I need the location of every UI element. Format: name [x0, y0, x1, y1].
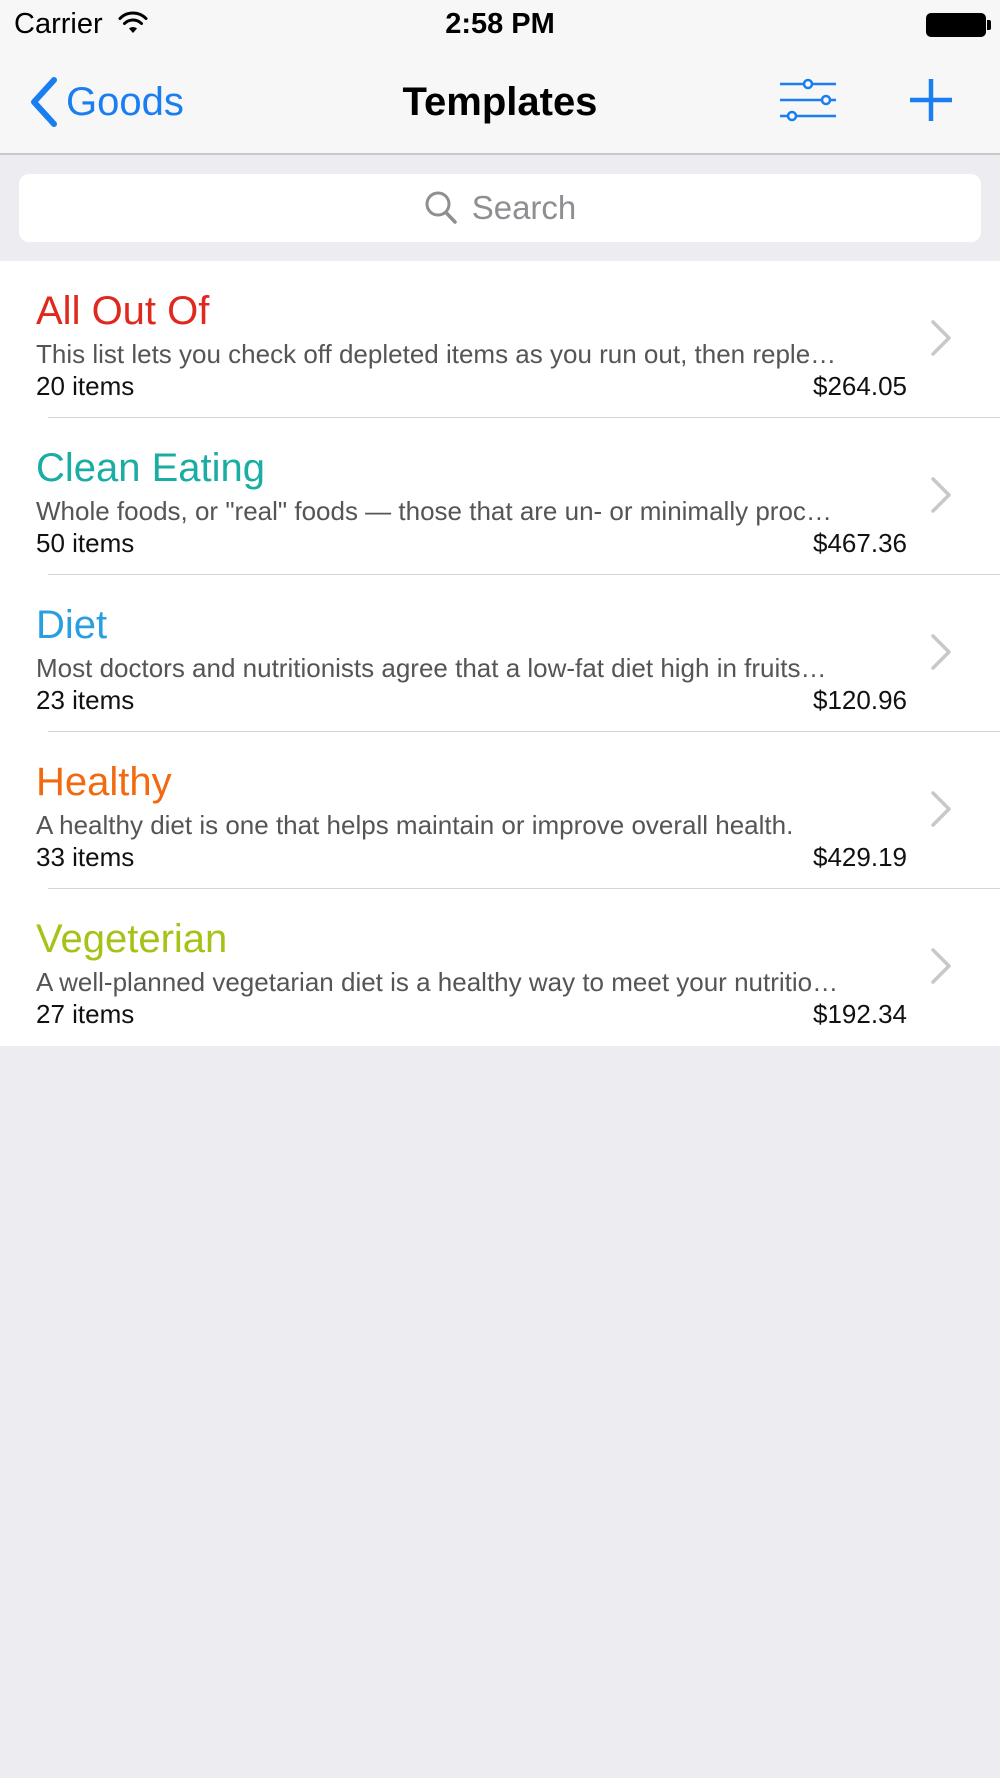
templates-list: All Out Of This list lets you check off … [0, 261, 1000, 1046]
template-row-clean-eating[interactable]: Clean Eating Whole foods, or "real" food… [0, 418, 1000, 575]
back-button-label: Goods [66, 79, 184, 124]
template-total-price: $120.96 [813, 685, 907, 715]
template-title: Diet [36, 603, 108, 647]
template-row-healthy[interactable]: Healthy A healthy diet is one that helps… [0, 732, 1000, 889]
template-row-all-out-of[interactable]: All Out Of This list lets you check off … [0, 261, 1000, 418]
template-item-count: 33 items [36, 842, 135, 872]
template-item-count: 23 items [36, 685, 135, 715]
template-description: Whole foods, or "real" foods — those tha… [36, 496, 832, 526]
template-row-diet[interactable]: Diet Most doctors and nutritionists agre… [0, 575, 1000, 732]
template-description: This list lets you check off depleted it… [36, 339, 837, 369]
template-description: A healthy diet is one that helps maintai… [36, 810, 794, 840]
search-input[interactable]: Search [19, 174, 981, 242]
chevron-right-icon [931, 477, 951, 513]
status-time: 2:58 PM [445, 8, 555, 40]
search-icon [425, 191, 457, 224]
template-item-count: 50 items [36, 528, 135, 558]
template-total-price: $264.05 [813, 371, 907, 401]
navigation-bar: Goods Templates [0, 50, 1000, 155]
chevron-right-icon [931, 320, 951, 356]
template-item-count: 27 items [36, 999, 135, 1029]
status-bar: Carrier 2:58 PM [0, 0, 1000, 50]
filter-sliders-icon[interactable] [778, 75, 838, 125]
template-title: All Out Of [36, 289, 210, 333]
template-row-vegeterian[interactable]: Vegeterian A well-planned vegetarian die… [0, 889, 1000, 1046]
template-total-price: $467.36 [813, 528, 907, 558]
back-button[interactable]: Goods [26, 74, 184, 130]
battery-icon [926, 13, 991, 37]
template-description: A well-planned vegetarian diet is a heal… [36, 967, 839, 997]
chevron-right-icon [931, 634, 951, 670]
add-icon[interactable] [908, 75, 954, 125]
template-item-count: 20 items [36, 371, 135, 401]
template-description: Most doctors and nutritionists agree tha… [36, 653, 827, 683]
template-title: Clean Eating [36, 446, 266, 490]
template-total-price: $192.34 [813, 999, 907, 1029]
search-bar: Search [0, 155, 1000, 261]
template-title: Vegeterian [36, 917, 228, 961]
template-title: Healthy [36, 760, 172, 804]
chevron-right-icon [931, 791, 951, 827]
chevron-right-icon [931, 948, 951, 984]
template-total-price: $429.19 [813, 842, 907, 872]
chevron-left-icon [31, 77, 57, 127]
search-placeholder: Search [471, 189, 577, 226]
